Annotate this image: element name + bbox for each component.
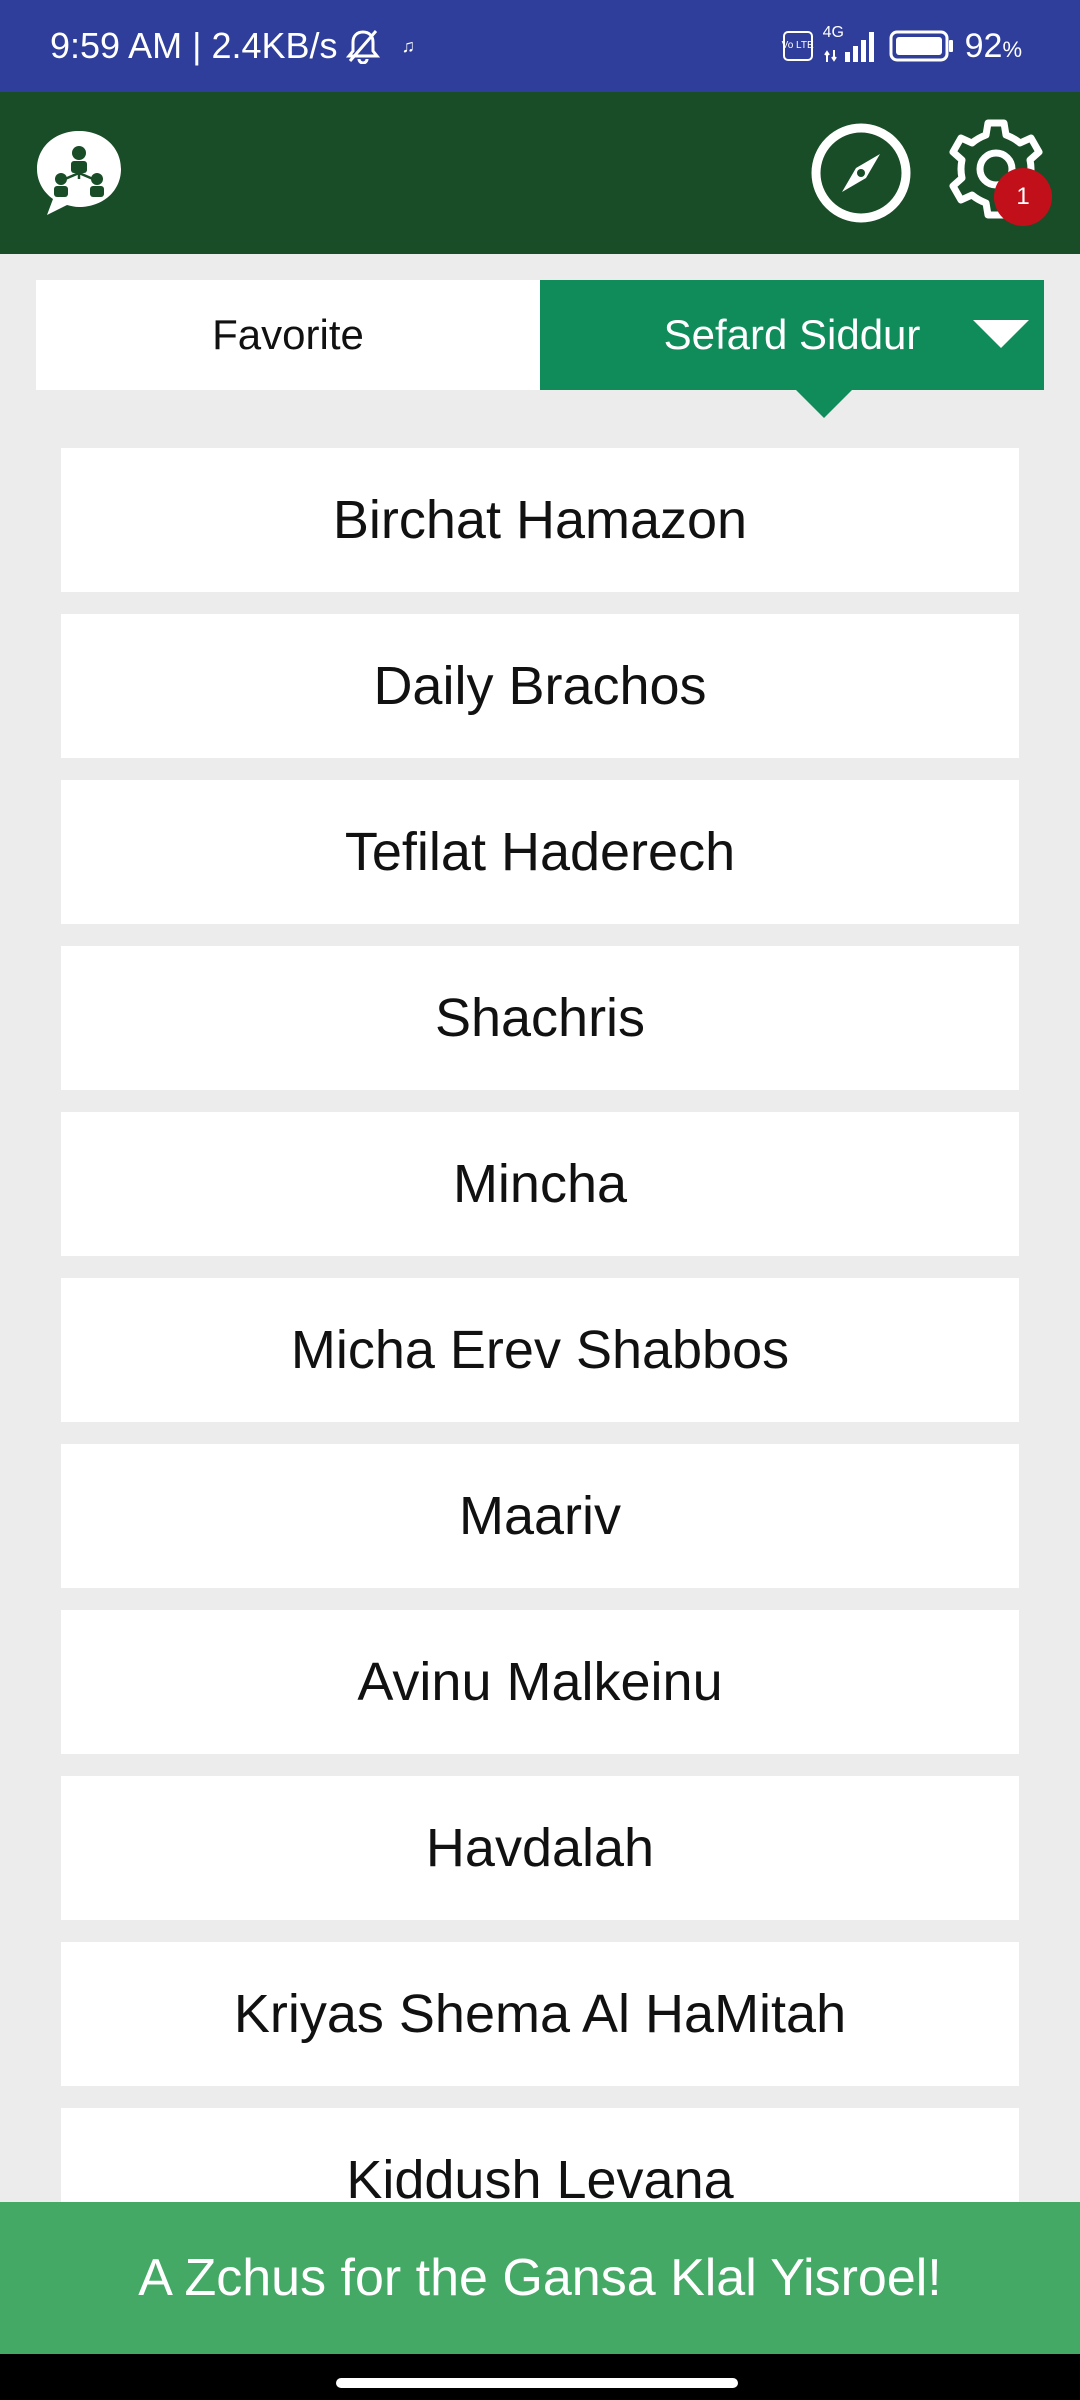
status-left: 9:59 AM | 2.4KB/s ♫: [50, 0, 415, 92]
app-header: 1: [0, 92, 1080, 254]
bell-off-icon: [345, 28, 380, 64]
prayer-list[interactable]: Birchat Hamazon Daily Brachos Tefilat Ha…: [61, 448, 1019, 2202]
battery-unit: %: [1002, 36, 1022, 62]
active-tab-pointer: [796, 390, 852, 418]
signal-icon: 4G: [823, 24, 879, 64]
list-item-micha-erev-shabbos[interactable]: Micha Erev Shabbos: [61, 1278, 1019, 1422]
list-item-havdalah[interactable]: Havdalah: [61, 1776, 1019, 1920]
list-item-avinu-malkeinu[interactable]: Avinu Malkeinu: [61, 1610, 1019, 1754]
network-type: 4G: [822, 24, 844, 41]
status-bar: 9:59 AM | 2.4KB/s ♫ Vo LTE 4G 92%: [0, 0, 1080, 92]
list-item-birchat-hamazon[interactable]: Birchat Hamazon: [61, 448, 1019, 592]
battery-percent: 92%: [965, 27, 1022, 66]
tab-bar: Favorite Sefard Siddur: [36, 280, 1044, 418]
community-people-icon[interactable]: [33, 127, 125, 219]
network-speed: 2.4KB/s: [211, 25, 338, 66]
volte-icon: Vo LTE: [782, 31, 814, 61]
screen: 9:59 AM | 2.4KB/s ♫ Vo LTE 4G 92% 1 Favo…: [0, 0, 1080, 2400]
status-right: Vo LTE 4G 92%: [782, 0, 1022, 92]
tab-favorite[interactable]: Favorite: [36, 280, 540, 390]
list-item-shachris[interactable]: Shachris: [61, 946, 1019, 1090]
list-item-maariv[interactable]: Maariv: [61, 1444, 1019, 1588]
list-item-tefilat-haderech[interactable]: Tefilat Haderech: [61, 780, 1019, 924]
tab-sefard-siddur[interactable]: Sefard Siddur: [540, 280, 1044, 418]
list-item-mincha[interactable]: Mincha: [61, 1112, 1019, 1256]
notification-badge: 1: [994, 168, 1052, 226]
system-nav-bar: [0, 2354, 1080, 2400]
home-indicator[interactable]: [336, 2378, 738, 2388]
music-note-icon: ♫: [401, 35, 416, 56]
list-item-daily-brachos[interactable]: Daily Brachos: [61, 614, 1019, 758]
dropdown-arrow-icon[interactable]: [973, 320, 1029, 348]
battery-value: 92: [964, 26, 1003, 65]
tab-siddur-label: Sefard Siddur: [663, 311, 921, 358]
list-item-kriyas-shema[interactable]: Kriyas Shema Al HaMitah: [61, 1942, 1019, 2086]
battery-icon: [889, 29, 955, 63]
footer-banner[interactable]: A Zchus for the Gansa Klal Yisroel!: [0, 2202, 1080, 2354]
compass-icon[interactable]: [810, 122, 912, 224]
list-item-kiddush-levana[interactable]: Kiddush Levana: [61, 2108, 1019, 2202]
status-separator: |: [192, 25, 202, 66]
status-time: 9:59 AM: [50, 25, 183, 66]
